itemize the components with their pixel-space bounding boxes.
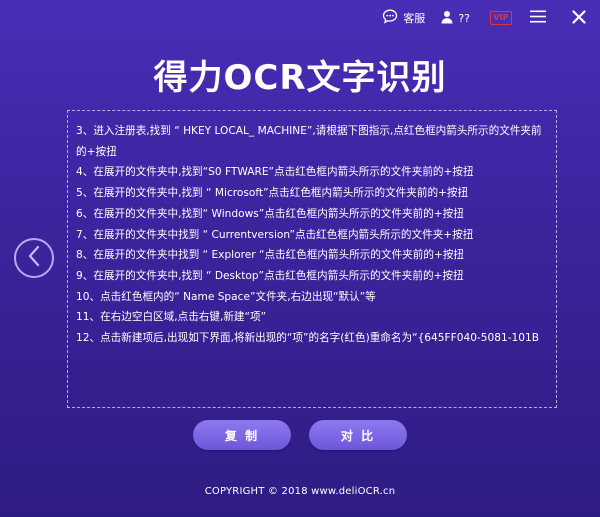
- result-line: 12、点击新建项后,出现如下界面,将新出现的“项”的名字(红色)重命名为“{64…: [76, 332, 540, 345]
- copyright-footer: COPYRIGHT © 2018 www.deliOCR.cn: [204, 486, 396, 497]
- result-line: 7、在展开的文件夹中找到 “ Currentversion”点击红色框内箭头所示…: [76, 228, 474, 241]
- menu-icon: [530, 10, 546, 26]
- previous-button[interactable]: [14, 238, 54, 278]
- result-line: 10、点击红色框内的“ Name Space”文件夹,右边出现“默认”等: [76, 290, 376, 303]
- result-line: 8、在展开的文件夹中找到 “ Explorer “点击红色框内箭头所示的文件夹前…: [76, 249, 465, 262]
- customer-service-label: 客服: [403, 12, 426, 25]
- result-line: 4、在展开的文件夹中,找到“S0 FTWARE”点击红色框内箭头所示的文件夹前的…: [76, 166, 474, 179]
- user-name-label: ??: [458, 11, 470, 25]
- result-line: 3、进入注册表,找到 “ HKEY LOCAL_ MACHINE”,请根据下图指…: [76, 125, 542, 158]
- user-icon: [441, 10, 453, 27]
- menu-button[interactable]: [530, 10, 546, 26]
- vip-icon: VIP: [490, 11, 512, 25]
- chat-bubble-icon: [382, 9, 398, 27]
- result-line: 5、在展开的文件夹中,找到 “ Microsoft”点击红色框内箭头所示的文件夹…: [76, 187, 469, 200]
- title-bar: 客服 ?? VIP: [0, 0, 600, 36]
- compare-button[interactable]: 对 比: [309, 420, 407, 450]
- customer-service-button[interactable]: 客服: [382, 9, 425, 27]
- result-line: 11、在右边空白区域,点击右键,新建“项”: [76, 311, 267, 324]
- user-account-button[interactable]: ??: [441, 10, 470, 27]
- close-icon: [572, 9, 586, 27]
- close-button[interactable]: [572, 9, 586, 27]
- app-title: 得力OCR文字识别: [153, 58, 447, 98]
- result-line: 6、在展开的文件夹中,找到“ Windows”点击红色框内箭头所示的文件夹前的+…: [76, 207, 464, 220]
- copy-button[interactable]: 复 制: [193, 420, 291, 450]
- result-line: 9、在展开的文件夹中,找到 “ Desktop”点击红色框内箭头所示的文件夹前的…: [76, 269, 464, 282]
- vip-button[interactable]: VIP: [490, 11, 512, 25]
- ocr-result-textarea[interactable]: 3、进入注册表,找到 “ HKEY LOCAL_ MACHINE”,请根据下图指…: [67, 110, 557, 408]
- chevron-left-icon: [27, 245, 41, 271]
